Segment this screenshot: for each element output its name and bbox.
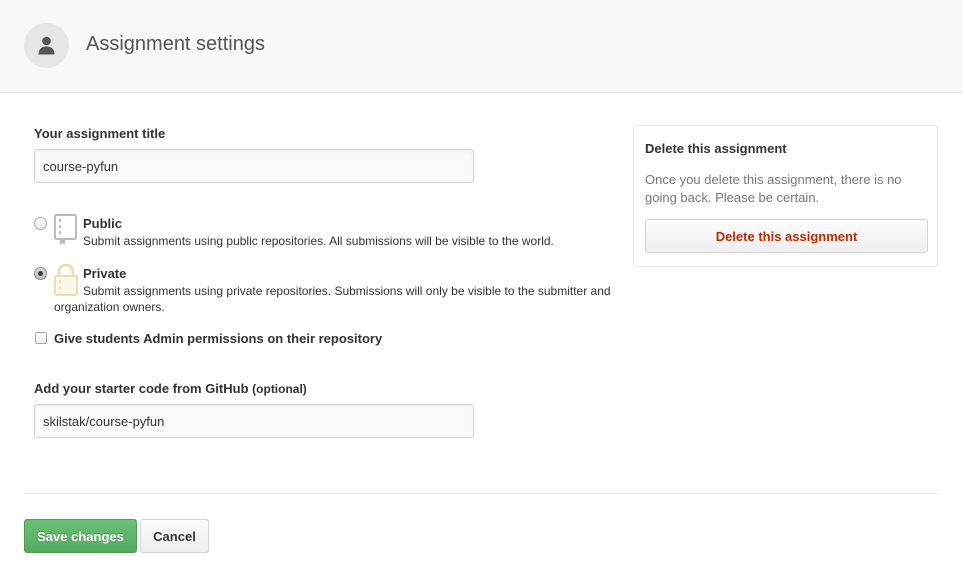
starter-code-label: Add your starter code from GitHub (optio… <box>34 381 307 396</box>
page-title: Assignment settings <box>86 33 265 55</box>
private-option-description-continued: organization owners. <box>54 300 165 314</box>
starter-code-label-text: Add your starter code from GitHub <box>34 381 249 396</box>
public-option-description: Submit assignments using public reposito… <box>83 234 554 248</box>
avatar <box>24 23 69 68</box>
save-changes-button[interactable]: Save changes <box>24 519 137 553</box>
admin-permissions-label[interactable]: Give students Admin permissions on their… <box>54 331 382 346</box>
delete-assignment-button[interactable]: Delete this assignment <box>645 219 928 253</box>
starter-code-optional: (optional) <box>252 382 307 396</box>
delete-assignment-panel: Delete this assignment Once you delete t… <box>633 125 938 267</box>
admin-permissions-checkbox[interactable] <box>35 332 47 344</box>
lock-icon <box>54 264 78 296</box>
public-radio[interactable] <box>34 217 47 230</box>
starter-code-input[interactable] <box>34 404 474 438</box>
delete-assignment-description: Once you delete this assignment, there i… <box>645 172 902 205</box>
delete-assignment-title: Delete this assignment <box>645 141 787 156</box>
assignment-title-label: Your assignment title <box>34 126 166 141</box>
private-option-label[interactable]: Private <box>83 266 126 281</box>
form-divider <box>24 493 939 494</box>
repo-book-icon <box>54 214 77 245</box>
private-radio[interactable] <box>34 267 47 280</box>
public-option-label[interactable]: Public <box>83 216 122 231</box>
person-icon <box>38 36 55 55</box>
page-header: Assignment settings <box>0 0 963 93</box>
assignment-title-input[interactable] <box>34 149 474 183</box>
cancel-button[interactable]: Cancel <box>140 519 209 553</box>
private-option-description: Submit assignments using private reposit… <box>83 284 611 298</box>
